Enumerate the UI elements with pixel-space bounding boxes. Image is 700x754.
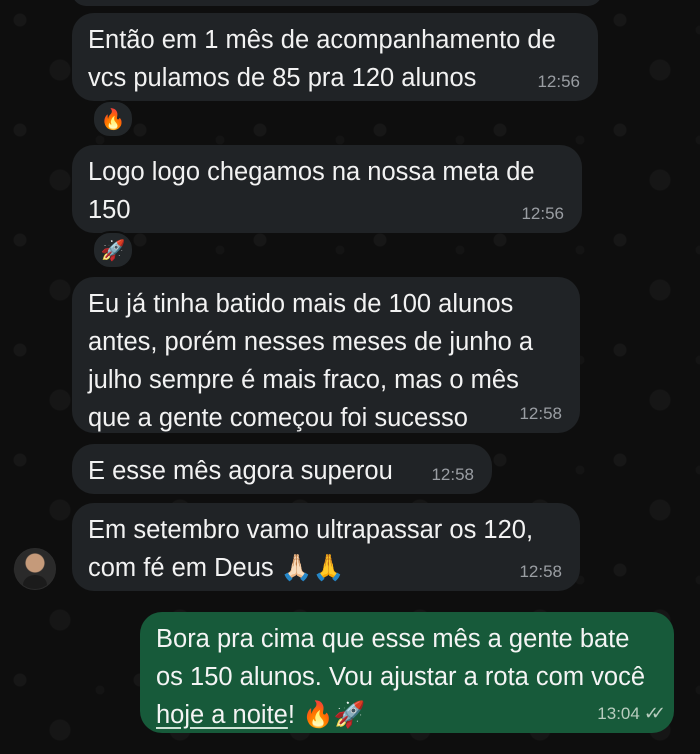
outgoing-message[interactable]: Bora pra cima que esse mês a gente bate … <box>140 612 674 733</box>
message-time-text: 13:04 <box>597 704 640 723</box>
incoming-message[interactable]: Em setembro vamo ultrapassar os 120, com… <box>72 503 580 591</box>
previous-message-edge <box>72 0 602 6</box>
message-time: 12:58 <box>519 562 562 581</box>
message-text: Bora pra cima que esse mês a gente bate … <box>156 625 645 729</box>
message-text: Logo logo chegamos na nossa meta de 150 <box>88 158 535 224</box>
message-text: Em setembro vamo ultrapassar os 120, com… <box>88 516 534 582</box>
message-time: 13:04 ✓✓ <box>597 703 666 724</box>
message-time: 12:56 <box>537 72 580 91</box>
contact-avatar[interactable] <box>14 548 56 590</box>
incoming-message[interactable]: Logo logo chegamos na nossa meta de 150 … <box>72 145 582 233</box>
message-reaction[interactable]: 🚀 <box>92 231 134 269</box>
message-time: 12:56 <box>521 204 564 223</box>
chat-area[interactable]: Então em 1 mês de acompanhamento de vcs … <box>0 0 700 754</box>
double-check-icon: ✓✓ <box>643 703 666 723</box>
fire-emoji-icon: 🔥 <box>100 108 126 131</box>
message-time: 12:58 <box>519 404 562 423</box>
message-reaction[interactable]: 🔥 <box>92 100 134 138</box>
message-text: Então em 1 mês de acompanhamento de vcs … <box>88 26 556 92</box>
message-time: 12:58 <box>431 465 474 484</box>
message-text-end: ! 🔥🚀 <box>287 701 366 729</box>
date-link[interactable]: hoje a noite <box>156 701 288 729</box>
incoming-message[interactable]: Então em 1 mês de acompanhamento de vcs … <box>72 13 598 101</box>
message-text: Eu já tinha batido mais de 100 alunos an… <box>88 290 534 432</box>
incoming-message[interactable]: Eu já tinha batido mais de 100 alunos an… <box>72 277 580 433</box>
message-text-start: Bora pra cima que esse mês a gente bate … <box>156 625 646 691</box>
incoming-message[interactable]: E esse mês agora superou 12:58 <box>72 444 492 494</box>
rocket-emoji-icon: 🚀 <box>100 239 126 262</box>
message-text: E esse mês agora superou <box>88 457 393 485</box>
